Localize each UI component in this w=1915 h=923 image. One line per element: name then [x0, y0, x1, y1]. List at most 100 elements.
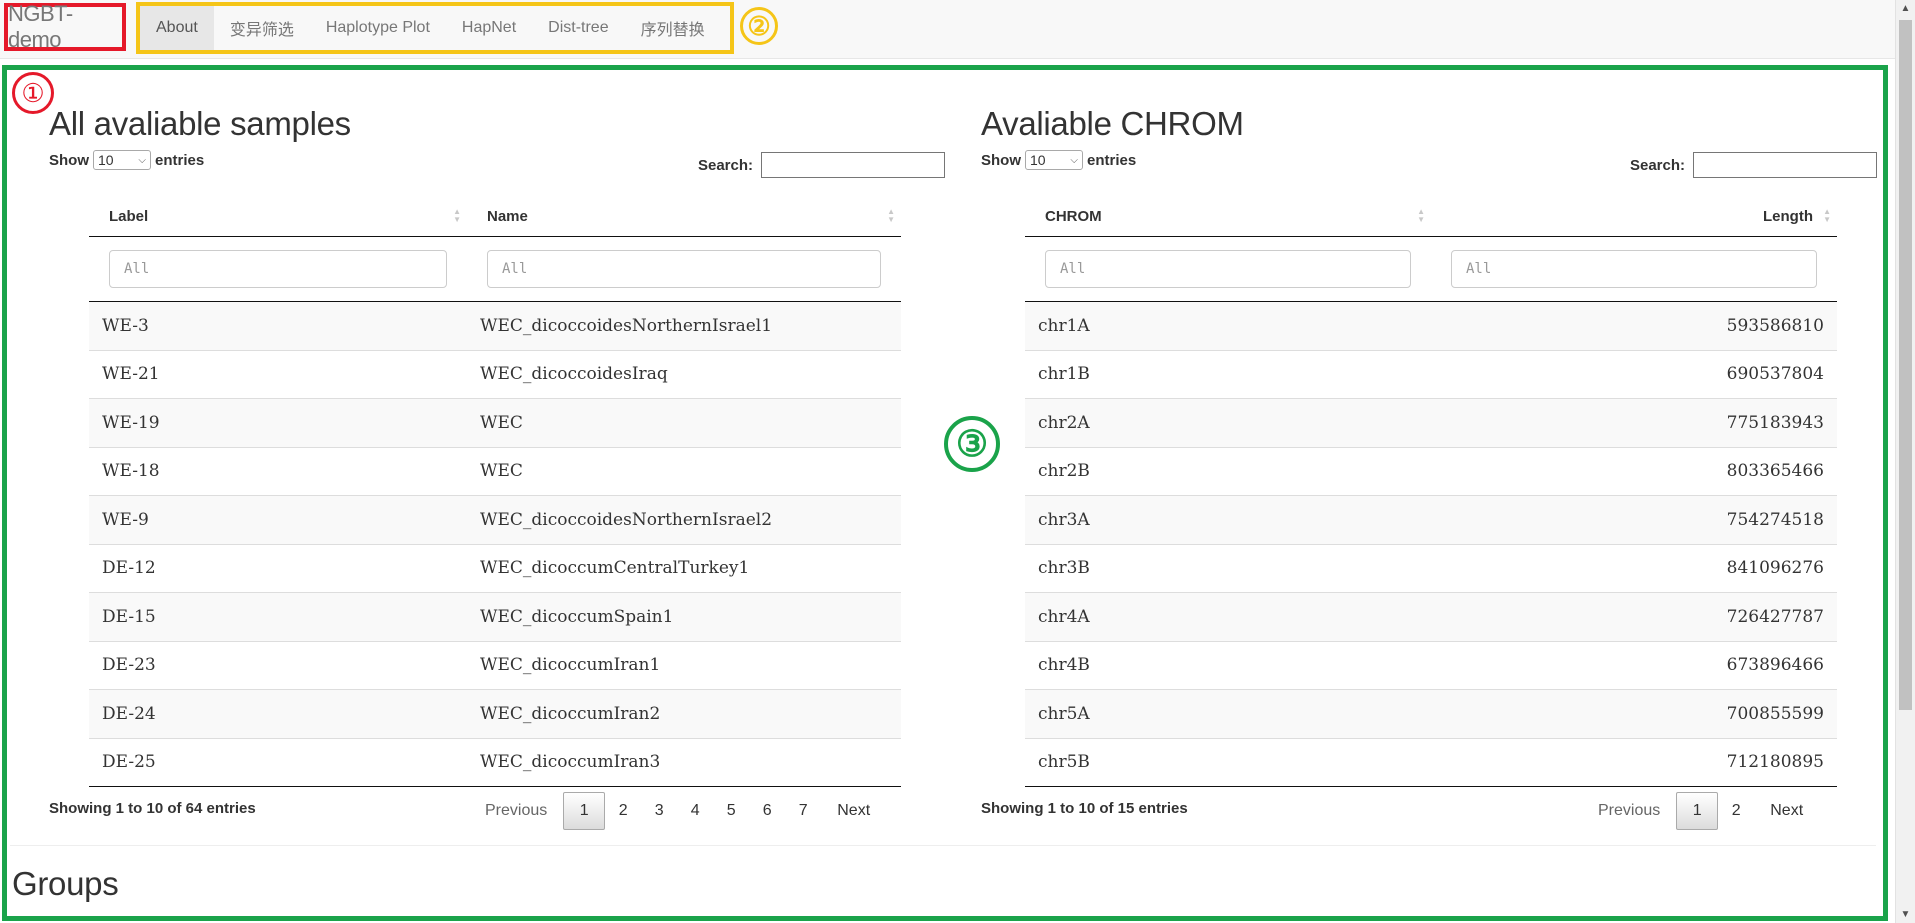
tab-dist-tree[interactable]: Dist-tree [532, 6, 624, 50]
next-page-button[interactable]: Next [821, 792, 886, 830]
column-header-chrom[interactable]: CHROM ▲ ▼ [1025, 196, 1431, 237]
column-header-length[interactable]: Length ▲ ▼ [1431, 196, 1837, 237]
column-header-name[interactable]: Name ▲ ▼ [467, 196, 901, 237]
table-row: DE-12 WEC_dicoccumCentralTurkey1 [89, 543, 901, 593]
page-button-1[interactable]: 1 [1676, 792, 1719, 830]
name-filter-input[interactable]: All [487, 250, 881, 288]
chrom-table: CHROM ▲ ▼ Length ▲ ▼ All All chr1A 59358681… [1025, 196, 1837, 787]
table-row: chr1B 690537804 [1025, 349, 1837, 399]
length-value: 10 [1030, 152, 1046, 168]
page-button-4[interactable]: 4 [677, 792, 713, 830]
samples-footer: Showing 1 to 10 of 64 entries Previous 1… [49, 790, 945, 830]
scroll-up-arrow-icon[interactable]: ▲ [1896, 0, 1915, 17]
page-button-7[interactable]: 7 [785, 792, 821, 830]
cell-label: WE-18 [89, 446, 467, 496]
samples-length-select[interactable]: 10 ⌵ [93, 150, 151, 170]
page-button-3[interactable]: 3 [641, 792, 677, 830]
page-button-5[interactable]: 5 [713, 792, 749, 830]
table-row: chr4A 726427787 [1025, 592, 1837, 641]
cell-chrom: chr5A [1025, 689, 1431, 738]
cell-name: WEC [467, 398, 901, 447]
cell-name: WEC_dicoccoidesIraq [467, 349, 901, 399]
cell-name: WEC_dicoccoidesNorthernIsrael1 [467, 301, 901, 350]
cell-chrom: chr2B [1025, 446, 1431, 496]
cell-length: 754274518 [1431, 495, 1837, 544]
chrom-table-info: Showing 1 to 10 of 15 entries [981, 800, 1188, 817]
tab-about[interactable]: About [140, 6, 214, 50]
cell-name: WEC [467, 446, 901, 496]
cell-name: WEC_dicoccumIran1 [467, 640, 901, 690]
cell-chrom: chr3A [1025, 495, 1431, 544]
section-divider [10, 845, 1876, 846]
table-row: chr2A 775183943 [1025, 398, 1837, 447]
samples-search-input[interactable] [761, 152, 945, 178]
label-filter-input[interactable]: All [109, 250, 447, 288]
chrom-controls: Show 10 ⌵ entries Search: [981, 148, 1877, 192]
cell-chrom: chr2A [1025, 398, 1431, 447]
brand-logo[interactable]: NGBT-demo [4, 1, 126, 52]
chrom-filter-input[interactable]: All [1045, 250, 1411, 288]
chrom-panel: Avaliable CHROM Show 10 ⌵ entries Search… [981, 100, 1877, 830]
cell-chrom: chr1A [1025, 301, 1431, 350]
chrom-search-input[interactable] [1693, 152, 1877, 178]
cell-label: WE-19 [89, 398, 467, 447]
search-label: Search: [1629, 156, 1685, 174]
chrom-length-select[interactable]: 10 ⌵ [1025, 150, 1083, 170]
cell-chrom: chr4A [1025, 592, 1431, 641]
nav-tabs: About 变异筛选 Haplotype Plot HapNet Dist-tr… [136, 2, 734, 54]
page-scrollbar[interactable]: ▲ ▼ [1895, 0, 1915, 923]
show-label: Show [49, 151, 89, 169]
cell-label: WE-9 [89, 495, 467, 544]
page-button-2[interactable]: 2 [1718, 792, 1754, 830]
chrom-title: Avaliable CHROM [981, 105, 1244, 142]
show-label: Show [981, 151, 1021, 169]
length-filter-input[interactable]: All [1451, 250, 1817, 288]
entries-label: entries [155, 151, 205, 169]
cell-label: DE-15 [89, 592, 467, 641]
page-button-2[interactable]: 2 [605, 792, 641, 830]
table-row: chr3B 841096276 [1025, 543, 1837, 593]
table-row: WE-3 WEC_dicoccoidesNorthernIsrael1 [89, 301, 901, 350]
page-button-6[interactable]: 6 [749, 792, 785, 830]
cell-length: 700855599 [1431, 689, 1837, 738]
sort-icon: ▲ ▼ [453, 207, 461, 224]
samples-title: All avaliable samples [49, 105, 351, 142]
column-header-label[interactable]: Label ▲ ▼ [89, 196, 467, 237]
previous-page-button[interactable]: Previous [1582, 792, 1676, 830]
table-row: WE-21 WEC_dicoccoidesIraq [89, 349, 901, 399]
samples-length-control: Show 10 ⌵ entries [49, 150, 204, 170]
table-row: WE-19 WEC [89, 398, 901, 447]
cell-label: DE-23 [89, 640, 467, 690]
search-label: Search: [697, 156, 753, 174]
tab-sequence-replace[interactable]: 序列替换 [625, 6, 721, 50]
table-row: chr5B 712180895 [1025, 737, 1837, 787]
tab-hapnet[interactable]: HapNet [446, 6, 532, 50]
cell-chrom: chr4B [1025, 640, 1431, 690]
next-page-button[interactable]: Next [1754, 792, 1819, 830]
cell-length: 803365466 [1431, 446, 1837, 496]
cell-length: 712180895 [1431, 737, 1837, 787]
previous-page-button[interactable]: Previous [469, 792, 563, 830]
annotation-marker-3: ③ [944, 416, 1000, 472]
table-row: DE-15 WEC_dicoccumSpain1 [89, 592, 901, 641]
cell-label: DE-24 [89, 689, 467, 738]
table-row: chr2B 803365466 [1025, 446, 1837, 496]
cell-length: 775183943 [1431, 398, 1837, 447]
cell-length: 690537804 [1431, 349, 1837, 399]
chrom-pagination: Previous 1 2 Next [1582, 792, 1819, 830]
tab-variant-filter[interactable]: 变异筛选 [214, 6, 310, 50]
cell-label: DE-25 [89, 737, 467, 787]
samples-panel: All avaliable samples Show 10 ⌵ entries … [49, 100, 945, 830]
cell-length: 841096276 [1431, 543, 1837, 593]
cell-label: WE-3 [89, 301, 467, 350]
scroll-thumb[interactable] [1899, 20, 1912, 710]
page-button-1[interactable]: 1 [563, 792, 606, 830]
cell-name: WEC_dicoccumSpain1 [467, 592, 901, 641]
cell-name: WEC_dicoccumIran2 [467, 689, 901, 738]
tab-haplotype-plot[interactable]: Haplotype Plot [310, 6, 446, 50]
samples-pagination: Previous 1 2 3 4 5 6 7 Next [469, 792, 886, 830]
cell-name: WEC_dicoccumIran3 [467, 737, 901, 787]
scroll-down-arrow-icon[interactable]: ▼ [1896, 906, 1915, 923]
chrom-search-control: Search: [1630, 152, 1877, 178]
navbar: NGBT-demo About 变异筛选 Haplotype Plot HapN… [0, 0, 1896, 59]
